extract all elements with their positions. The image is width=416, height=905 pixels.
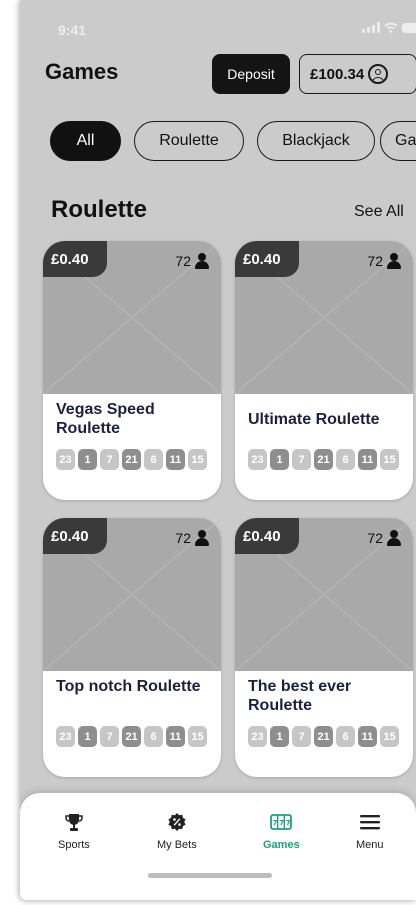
recent-number: 11 [166, 449, 185, 470]
svg-text:7: 7 [280, 819, 285, 827]
recent-number: 15 [188, 726, 207, 747]
recent-number: 21 [314, 726, 333, 747]
recent-number: 7 [292, 726, 311, 747]
recent-number: 6 [144, 449, 163, 470]
signal-icon [362, 22, 380, 33]
recent-number: 21 [122, 449, 141, 470]
game-card[interactable]: £0.40 72 Ultimate Roulette 23 1 7 21 6 1… [235, 241, 413, 500]
app-screen: 9:41 Games Deposit £100.34 All Roulette … [20, 0, 416, 900]
recent-number: 7 [292, 449, 311, 470]
status-time: 9:41 [58, 22, 87, 38]
game-card[interactable]: £0.40 72 Top notch Roulette 23 1 7 21 6 … [43, 518, 221, 777]
battery-icon [402, 23, 416, 33]
player-count-value: 72 [175, 253, 191, 269]
recent-number: 6 [336, 726, 355, 747]
recent-number: 23 [56, 449, 75, 470]
recent-number: 6 [336, 449, 355, 470]
recent-numbers: 23 1 7 21 6 11 15 [248, 449, 399, 470]
filter-chip-all[interactable]: All [50, 121, 121, 161]
person-icon [195, 253, 209, 269]
balance-button[interactable]: £100.34 [299, 54, 416, 94]
wifi-icon [384, 22, 398, 33]
nav-item-my-bets[interactable]: My Bets [157, 812, 197, 851]
player-count: 72 [175, 530, 209, 546]
player-count-value: 72 [175, 530, 191, 546]
recent-number: 23 [248, 726, 267, 747]
recent-number: 15 [380, 726, 399, 747]
recent-number: 1 [270, 726, 289, 747]
recent-numbers: 23 1 7 21 6 11 15 [56, 726, 207, 747]
player-count-value: 72 [367, 530, 383, 546]
recent-number: 11 [358, 726, 377, 747]
game-name: The best ever Roulette [248, 678, 352, 714]
person-icon [195, 530, 209, 546]
home-indicator[interactable] [148, 873, 272, 878]
recent-number: 11 [358, 449, 377, 470]
price-tag: £0.40 [43, 241, 107, 277]
player-count: 72 [367, 530, 401, 546]
hamburger-menu-icon [359, 815, 380, 830]
filter-chip-blackjack[interactable]: Blackjack [257, 121, 375, 161]
recent-number: 23 [248, 449, 267, 470]
player-count: 72 [175, 253, 209, 269]
player-count-value: 72 [367, 253, 383, 269]
nav-item-menu[interactable]: Menu [356, 812, 384, 851]
recent-numbers: 23 1 7 21 6 11 15 [56, 449, 207, 470]
see-all-link[interactable]: See All [354, 203, 404, 221]
nav-item-sports[interactable]: Sports [58, 812, 90, 851]
price-tag: £0.40 [235, 241, 299, 277]
slots-icon: 7 7 7 [270, 814, 293, 830]
recent-number: 7 [100, 726, 119, 747]
game-name: Vegas Speed Roulette [56, 401, 155, 437]
recent-number: 15 [380, 449, 399, 470]
page-title: Games [45, 59, 119, 84]
price-tag: £0.40 [235, 518, 299, 554]
deposit-button[interactable]: Deposit [212, 54, 290, 94]
nav-label-games: Games [263, 839, 300, 851]
bottom-nav: Sports My Bets 7 7 7 Games Menu [20, 793, 416, 900]
recent-number: 21 [314, 449, 333, 470]
bets-badge-icon [168, 813, 186, 831]
nav-label-menu: Menu [356, 839, 384, 851]
person-icon [387, 253, 401, 269]
svg-text:7: 7 [286, 819, 291, 827]
recent-number: 1 [270, 449, 289, 470]
recent-numbers: 23 1 7 21 6 11 15 [248, 726, 399, 747]
status-icons [362, 22, 416, 33]
player-count: 72 [367, 253, 401, 269]
nav-label-sports: Sports [58, 839, 90, 851]
recent-number: 1 [78, 449, 97, 470]
recent-number: 1 [78, 726, 97, 747]
svg-text:7: 7 [273, 819, 278, 827]
account-icon [368, 64, 389, 84]
nav-label-my-bets: My Bets [157, 839, 197, 851]
recent-number: 23 [56, 726, 75, 747]
game-name: Ultimate Roulette [248, 411, 380, 428]
game-card[interactable]: £0.40 72 Vegas Speed Roulette 23 1 7 21 … [43, 241, 221, 500]
nav-item-games[interactable]: 7 7 7 Games [263, 812, 300, 851]
person-icon [387, 530, 401, 546]
recent-number: 7 [100, 449, 119, 470]
recent-number: 11 [166, 726, 185, 747]
game-name: Top notch Roulette [56, 678, 201, 695]
recent-number: 15 [188, 449, 207, 470]
trophy-icon [65, 814, 83, 831]
filter-chip-roulette[interactable]: Roulette [134, 121, 244, 161]
section-title: Roulette [51, 196, 147, 223]
filter-chip-games[interactable]: Ga [380, 121, 416, 161]
recent-number: 6 [144, 726, 163, 747]
recent-number: 21 [122, 726, 141, 747]
balance-amount: £100.34 [310, 65, 365, 83]
price-tag: £0.40 [43, 518, 107, 554]
game-card[interactable]: £0.40 72 The best ever Roulette 23 1 7 2… [235, 518, 413, 777]
